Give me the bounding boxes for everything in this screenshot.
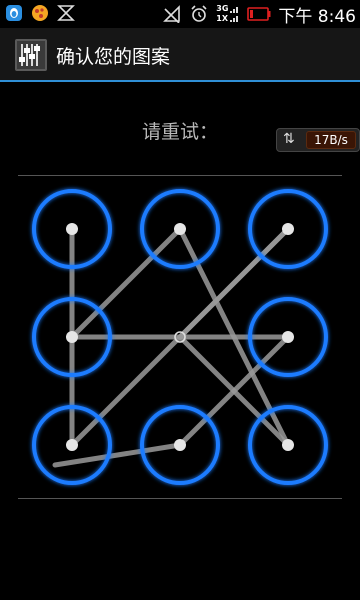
pattern-dot: [174, 439, 186, 451]
pattern-dot: [282, 439, 294, 451]
pattern-lock-grid[interactable]: [0, 0, 360, 600]
pattern-dot: [282, 223, 294, 235]
pattern-segment: [69, 226, 183, 340]
pattern-segment: [177, 226, 291, 340]
pattern-dot: [66, 439, 78, 451]
pattern-dot: [66, 331, 78, 343]
pattern-dot: [282, 331, 294, 343]
pattern-node-2[interactable]: [140, 189, 220, 269]
pattern-node-3[interactable]: [248, 189, 328, 269]
pattern-dot: [174, 223, 186, 235]
pattern-node-8[interactable]: [140, 405, 220, 485]
pattern-dot: [66, 223, 78, 235]
pattern-node-9[interactable]: [248, 405, 328, 485]
